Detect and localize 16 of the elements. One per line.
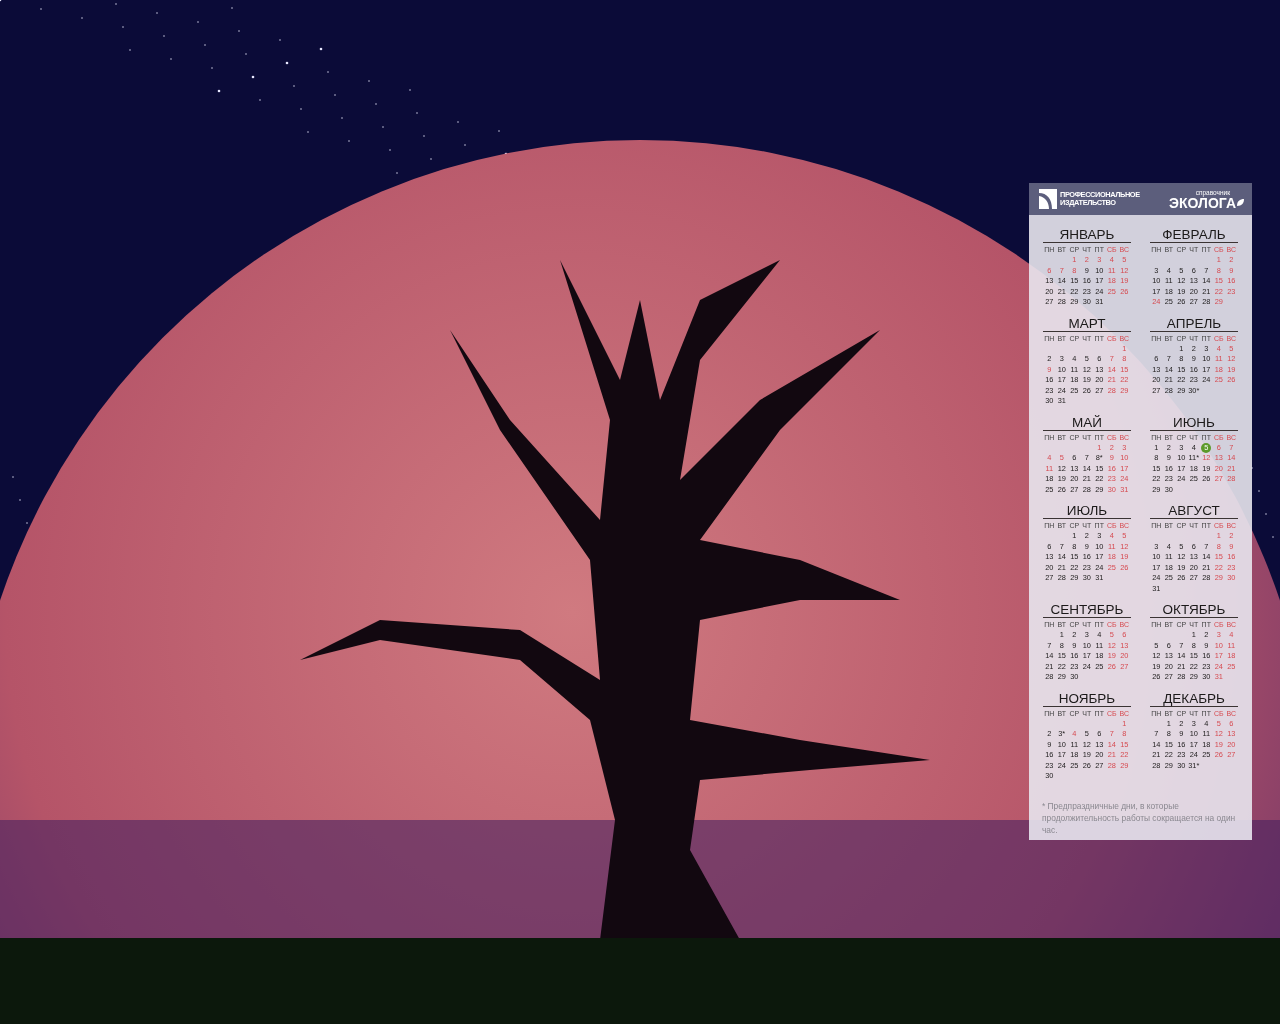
month-title: МАРТ: [1043, 315, 1131, 332]
month-title: ИЮЛЬ: [1043, 503, 1131, 519]
month-title: ДЕКАБРЬ: [1150, 690, 1238, 707]
footnote: * Предпраздничные дни, в которые продолжительность работы сокращается на один час.: [1042, 799, 1237, 836]
month-title: ОКТЯБРЬ: [1150, 602, 1238, 618]
month-title: ЯНВАРЬ: [1043, 227, 1131, 243]
month-title: ИЮНЬ: [1150, 414, 1238, 431]
leaf-icon: [1237, 199, 1244, 206]
month-title: АПРЕЛЬ: [1150, 315, 1238, 332]
brand-name: ЭКОЛОГА: [1169, 195, 1236, 210]
publisher-logo-icon: [1039, 189, 1057, 209]
month-title: АВГУСТ: [1150, 503, 1238, 519]
month-title: ФЕВРАЛЬ: [1150, 227, 1238, 243]
month-title: МАЙ: [1043, 414, 1131, 431]
month-title: СЕНТЯБРЬ: [1043, 602, 1131, 618]
month-title: НОЯБРЬ: [1043, 690, 1131, 707]
